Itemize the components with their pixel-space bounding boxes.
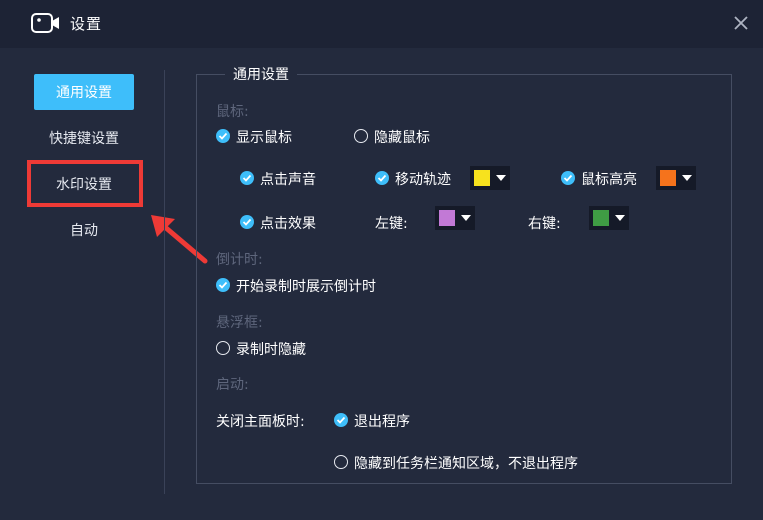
right-key-label: 右键: xyxy=(528,216,561,232)
exit-program-radio-selected[interactable] xyxy=(334,413,348,427)
click-sound-label[interactable]: 点击声音 xyxy=(260,169,316,189)
hide-mouse-radio[interactable] xyxy=(354,129,368,143)
click-sound-checkbox[interactable] xyxy=(240,171,254,185)
show-countdown-label[interactable]: 开始录制时展示倒计时 xyxy=(236,276,376,296)
highlight-color-swatch xyxy=(660,170,676,186)
show-mouse-radio-selected[interactable] xyxy=(216,129,230,143)
hide-on-record-label[interactable]: 录制时隐藏 xyxy=(236,339,306,359)
show-mouse-label[interactable]: 显示鼠标 xyxy=(236,127,292,147)
sidebar-item-shortcuts[interactable]: 快捷键设置 xyxy=(34,123,134,153)
countdown-section-label: 倒计时: xyxy=(216,252,263,268)
startup-section-label: 启动: xyxy=(216,377,249,393)
left-key-label: 左键: xyxy=(375,216,408,232)
window-title: 设置 xyxy=(70,15,103,33)
minimize-to-tray-radio[interactable] xyxy=(334,455,348,469)
minimize-to-tray-label[interactable]: 隐藏到任务栏通知区域，不退出程序 xyxy=(354,453,578,473)
group-title: 通用设置 xyxy=(225,64,297,84)
right-key-color-swatch xyxy=(593,210,609,226)
click-effect-label[interactable]: 点击效果 xyxy=(260,213,316,233)
check-icon xyxy=(242,218,252,226)
check-icon xyxy=(242,174,252,182)
check-icon xyxy=(218,281,228,289)
left-key-color-picker[interactable] xyxy=(435,206,475,230)
sidebar-item-general[interactable]: 通用设置 xyxy=(34,74,134,110)
annotation-highlight-box xyxy=(27,160,143,207)
check-icon xyxy=(563,174,573,182)
sidebar-divider xyxy=(164,70,165,494)
check-icon xyxy=(336,416,346,424)
highlight-color-picker[interactable] xyxy=(656,166,696,190)
mouse-highlight-label[interactable]: 鼠标高亮 xyxy=(581,169,637,189)
title-bar: 设置 xyxy=(0,0,763,48)
check-icon xyxy=(377,174,387,182)
settings-window: 设置 通用设置 快捷键设置 水印设置 自动 通用设置 鼠标: 显示鼠标 隐藏鼠标… xyxy=(0,0,763,520)
exit-program-label[interactable]: 退出程序 xyxy=(354,411,410,431)
floating-section-label: 悬浮框: xyxy=(216,315,263,331)
mouse-section-label: 鼠标: xyxy=(216,104,249,120)
trail-color-picker[interactable] xyxy=(470,166,510,190)
chevron-down-icon xyxy=(461,215,471,221)
close-icon[interactable] xyxy=(730,12,752,34)
mouse-trail-label[interactable]: 移动轨迹 xyxy=(395,169,451,189)
left-key-color-swatch xyxy=(439,210,455,226)
show-countdown-checkbox[interactable] xyxy=(216,278,230,292)
mouse-highlight-checkbox[interactable] xyxy=(561,171,575,185)
check-icon xyxy=(218,132,228,140)
right-key-color-picker[interactable] xyxy=(589,206,629,230)
camera-icon xyxy=(31,13,59,33)
click-effect-checkbox[interactable] xyxy=(240,215,254,229)
hide-mouse-label[interactable]: 隐藏鼠标 xyxy=(374,127,430,147)
sidebar-item-auto[interactable]: 自动 xyxy=(34,215,134,245)
chevron-down-icon xyxy=(496,175,506,181)
close-panel-label: 关闭主面板时: xyxy=(216,414,305,430)
chevron-down-icon xyxy=(615,215,625,221)
hide-on-record-checkbox[interactable] xyxy=(216,341,230,355)
trail-color-swatch xyxy=(474,170,490,186)
mouse-trail-checkbox[interactable] xyxy=(375,171,389,185)
chevron-down-icon xyxy=(682,175,692,181)
